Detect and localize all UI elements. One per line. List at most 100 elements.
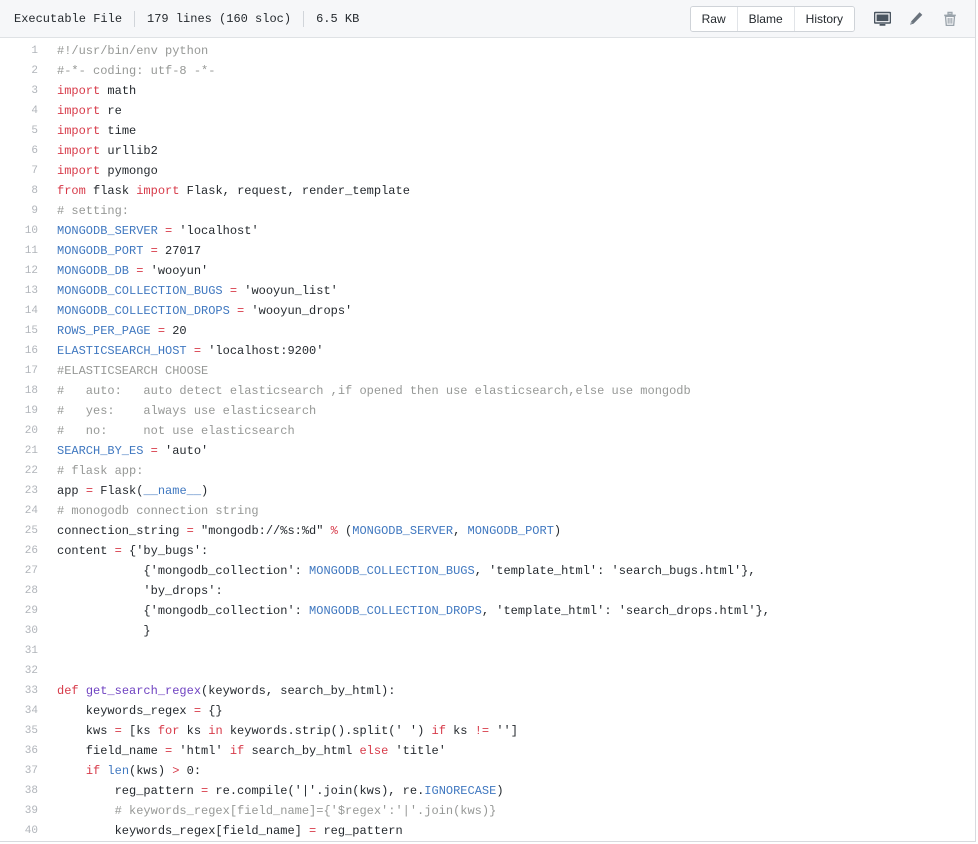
code-token: =: [194, 704, 201, 718]
code-token: (: [338, 524, 352, 538]
code-token: import: [136, 184, 179, 198]
line-number[interactable]: 38: [0, 781, 38, 801]
line-number[interactable]: 26: [0, 541, 38, 561]
line-number[interactable]: 20: [0, 421, 38, 441]
code-token: #!/usr/bin/env python: [57, 44, 208, 58]
line-number[interactable]: 22: [0, 461, 38, 481]
line-number[interactable]: 37: [0, 761, 38, 781]
line-number[interactable]: 25: [0, 521, 38, 541]
line-number[interactable]: 23: [0, 481, 38, 501]
code-token: # keywords_regex[field_name]={'$regex':'…: [57, 804, 496, 818]
line-number[interactable]: 39: [0, 801, 38, 821]
line-content: #-*- coding: utf-8 -*-: [38, 61, 215, 81]
line-number[interactable]: 35: [0, 721, 38, 741]
code-line: 3import math: [0, 81, 975, 101]
code-line: 29 {'mongodb_collection': MONGODB_COLLEC…: [0, 601, 975, 621]
line-number[interactable]: 9: [0, 201, 38, 221]
line-number[interactable]: 18: [0, 381, 38, 401]
file-header-bar: Executable File 179 lines (160 sloc) 6.5…: [0, 0, 975, 38]
code-token: 'wooyun_drops': [244, 304, 352, 318]
file-size-label: 6.5 KB: [304, 12, 371, 26]
line-content: keywords_regex[field_name] = reg_pattern: [38, 821, 403, 841]
line-number[interactable]: 27: [0, 561, 38, 581]
code-token: keywords_regex[field_name]: [57, 824, 309, 838]
line-number[interactable]: 15: [0, 321, 38, 341]
line-number[interactable]: 6: [0, 141, 38, 161]
line-number[interactable]: 34: [0, 701, 38, 721]
code-token: ): [554, 524, 561, 538]
line-number[interactable]: 13: [0, 281, 38, 301]
code-token: MONGODB_DB: [57, 264, 129, 278]
code-token: {}: [201, 704, 223, 718]
code-token: ROWS_PER_PAGE: [57, 324, 151, 338]
line-number[interactable]: 40: [0, 821, 38, 841]
line-number[interactable]: 24: [0, 501, 38, 521]
code-token: connection_string: [57, 524, 187, 538]
desktop-icon[interactable]: [869, 7, 895, 31]
code-token: :: [295, 564, 309, 578]
code-line: 1 #!/usr/bin/env python: [0, 41, 975, 61]
line-number[interactable]: 3: [0, 81, 38, 101]
code-token: MONGODB_COLLECTION_DROPS: [57, 304, 230, 318]
trash-icon[interactable]: [937, 7, 963, 31]
code-token: 'search_bugs.html': [612, 564, 742, 578]
line-content: import re: [38, 101, 122, 121]
line-number[interactable]: 31: [0, 641, 38, 661]
line-number[interactable]: 16: [0, 341, 38, 361]
line-number[interactable]: 29: [0, 601, 38, 621]
line-number[interactable]: 1: [0, 41, 38, 61]
code-line: 19# yes: always use elasticsearch: [0, 401, 975, 421]
line-number[interactable]: 32: [0, 661, 38, 681]
pencil-icon[interactable]: [903, 7, 929, 31]
code-line: 15ROWS_PER_PAGE = 20: [0, 321, 975, 341]
line-content: app = Flask(__name__): [38, 481, 208, 501]
code-token: 'localhost:9200': [201, 344, 323, 358]
code-token: '|': [295, 784, 317, 798]
file-view-button-group: Raw Blame History: [690, 6, 855, 32]
line-number[interactable]: 21: [0, 441, 38, 461]
code-line: 12MONGODB_DB = 'wooyun': [0, 261, 975, 281]
code-token: :: [604, 604, 618, 618]
line-number[interactable]: 36: [0, 741, 38, 761]
code-line: 11MONGODB_PORT = 27017: [0, 241, 975, 261]
line-number[interactable]: 17: [0, 361, 38, 381]
line-content: {'mongodb_collection': MONGODB_COLLECTIO…: [38, 561, 756, 581]
code-token: "mongodb://%s:%d": [194, 524, 331, 538]
line-number[interactable]: 33: [0, 681, 38, 701]
file-meta-info: Executable File 179 lines (160 sloc) 6.5…: [14, 11, 371, 27]
line-content: # auto: auto detect elasticsearch ,if op…: [38, 381, 691, 401]
line-number[interactable]: 19: [0, 401, 38, 421]
code-token: else: [359, 744, 388, 758]
code-token: __name__: [143, 484, 201, 498]
code-blob-area[interactable]: 1 #!/usr/bin/env python 2#-*- coding: utf-…: [0, 38, 975, 841]
code-token: for: [158, 724, 180, 738]
code-token: kws: [57, 724, 115, 738]
line-number[interactable]: 30: [0, 621, 38, 641]
code-token: content: [57, 544, 115, 558]
line-number[interactable]: 12: [0, 261, 38, 281]
file-lines-label: 179 lines (160 sloc): [135, 12, 303, 26]
line-number[interactable]: 8: [0, 181, 38, 201]
line-content: if len(kws) > 0:: [38, 761, 201, 781]
history-button[interactable]: History: [795, 7, 854, 31]
line-number[interactable]: 28: [0, 581, 38, 601]
raw-button[interactable]: Raw: [691, 7, 738, 31]
code-line: 7import pymongo: [0, 161, 975, 181]
blame-button[interactable]: Blame: [738, 7, 795, 31]
line-number[interactable]: 5: [0, 121, 38, 141]
line-number[interactable]: 4: [0, 101, 38, 121]
code-token: field_name: [57, 744, 165, 758]
line-number[interactable]: 2: [0, 61, 38, 81]
code-token: {'mongodb_collection': [57, 604, 295, 618]
line-number[interactable]: 10: [0, 221, 38, 241]
line-number[interactable]: 14: [0, 301, 38, 321]
line-number[interactable]: 7: [0, 161, 38, 181]
line-number[interactable]: 11: [0, 241, 38, 261]
code-token: MONGODB_PORT: [468, 524, 554, 538]
line-content: connection_string = "mongodb://%s:%d" % …: [38, 521, 561, 541]
code-token: urllib2: [100, 144, 158, 158]
code-token: import: [57, 124, 100, 138]
code-token: keywords_regex: [57, 704, 194, 718]
code-line: 16ELASTICSEARCH_HOST = 'localhost:9200': [0, 341, 975, 361]
code-token: 'html': [172, 744, 230, 758]
